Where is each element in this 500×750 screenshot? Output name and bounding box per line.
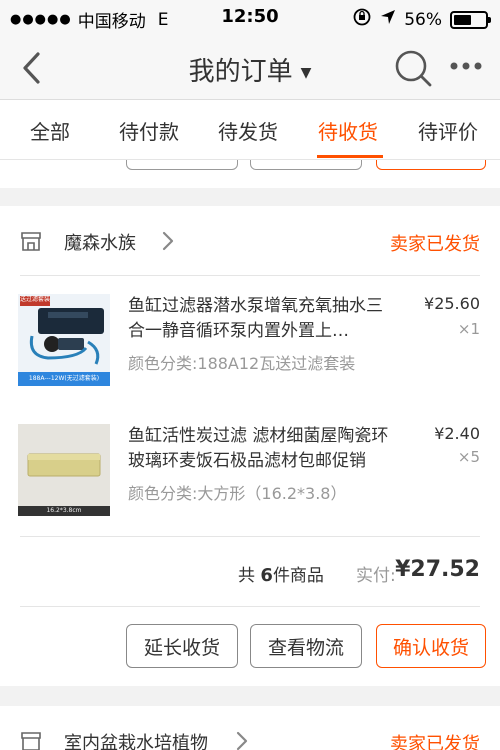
battery-icon [450, 10, 491, 29]
divider [20, 606, 480, 607]
product-image-caption: 188A---12W(无过滤套装) [28, 375, 100, 382]
tab-pending-payment[interactable]: 待付款 [119, 116, 179, 145]
active-tab-indicator [317, 155, 383, 158]
battery-fill [454, 14, 471, 25]
search-icon [395, 50, 432, 87]
tab-pending-shipment[interactable]: 待发货 [218, 116, 278, 145]
confirm-receipt-button[interactable]: 确认收货 [376, 624, 486, 668]
order-status: 卖家已发货 [390, 234, 480, 255]
product-image-caption: 16.2*3.8cm [46, 507, 82, 514]
item-count-suffix: 件商品 [272, 566, 324, 586]
chevron-right-icon [162, 231, 174, 251]
order-status-tabs: 全部 待付款 待发货 待收货 待评价 [0, 100, 500, 160]
tab-all[interactable]: 全部 [30, 116, 70, 145]
paid-label: 实付: [356, 566, 396, 586]
product-price: ¥2.40 [434, 424, 480, 443]
rotation-lock-icon [352, 7, 372, 32]
store-icon [21, 232, 41, 251]
search-button[interactable] [393, 48, 433, 88]
product-image-badge: 送过滤套装 [20, 296, 51, 303]
previous-order-card [0, 160, 500, 188]
more-dots-icon [450, 62, 482, 70]
tab-pending-review[interactable]: 待评价 [418, 116, 478, 145]
item-count: 共 6件商品 [238, 561, 324, 586]
item-count-number: 6 [260, 565, 273, 586]
page-title-text: 我的订单 [188, 57, 293, 87]
shop-header[interactable]: 魔森水族 卖家已发货 [0, 206, 500, 276]
chevron-right-icon [236, 731, 248, 750]
order-status: 卖家已发货 [390, 734, 480, 750]
view-logistics-button[interactable]: 查看物流 [250, 624, 362, 668]
previous-action-button[interactable] [126, 160, 238, 170]
status-bar: ●●●●● 中国移动 E 12:50 56% [0, 0, 500, 36]
product-title: 鱼缸过滤器潜水泵增氧充氧抽水三合一静音循环泵内置外置上… [128, 296, 383, 341]
order-item[interactable]: 16.2*3.8cm 鱼缸活性炭过滤 滤材细菌屋陶瓷环玻璃环麦饭石极品滤材包邮促… [0, 406, 500, 536]
shop-name: 魔森水族 [64, 233, 136, 254]
battery-percent: 56% [404, 9, 442, 30]
product-title: 鱼缸活性炭过滤 滤材细菌屋陶瓷环玻璃环麦饭石极品滤材包邮促销 [128, 426, 389, 471]
store-icon [21, 732, 41, 750]
product-quantity: ×5 [457, 448, 480, 466]
extend-receipt-button[interactable]: 延长收货 [126, 624, 238, 668]
tab-pending-receipt[interactable]: 待收货 [318, 116, 378, 145]
paid-amount: ¥27.52 [395, 557, 480, 582]
previous-action-button[interactable] [250, 160, 362, 170]
product-sku: 颜色分类:大方形（16.2*3.8） [128, 484, 347, 503]
more-button[interactable] [448, 54, 484, 78]
product-quantity: ×1 [457, 320, 480, 338]
product-price: ¥25.60 [424, 294, 480, 313]
item-count-prefix: 共 [238, 566, 255, 586]
next-order-card: 室内盆栽水培植物 卖家已发货 [0, 706, 500, 750]
order-item[interactable]: 送过滤套装 188A---12W(无过滤套装) 鱼缸过滤器潜水泵增氧充氧抽水三合… [0, 276, 500, 406]
order-card: 魔森水族 卖家已发货 送过滤套装 188A---12W(无过滤套装) 鱼缸过滤器… [0, 206, 500, 686]
shop-header[interactable]: 室内盆栽水培植物 卖家已发货 [0, 706, 500, 750]
location-icon [380, 9, 396, 30]
product-sku: 颜色分类:188A12瓦送过滤套装 [128, 354, 356, 373]
order-summary: 共 6件商品 实付: ¥27.52 [0, 536, 500, 608]
shop-name: 室内盆栽水培植物 [64, 733, 208, 750]
product-image: 送过滤套装 188A---12W(无过滤套装) [18, 294, 110, 386]
product-image: 16.2*3.8cm [18, 424, 110, 516]
previous-action-button[interactable] [376, 160, 486, 170]
dropdown-caret-icon: ▼ [300, 64, 312, 81]
navigation-bar: 我的订单 ▼ [0, 36, 500, 100]
